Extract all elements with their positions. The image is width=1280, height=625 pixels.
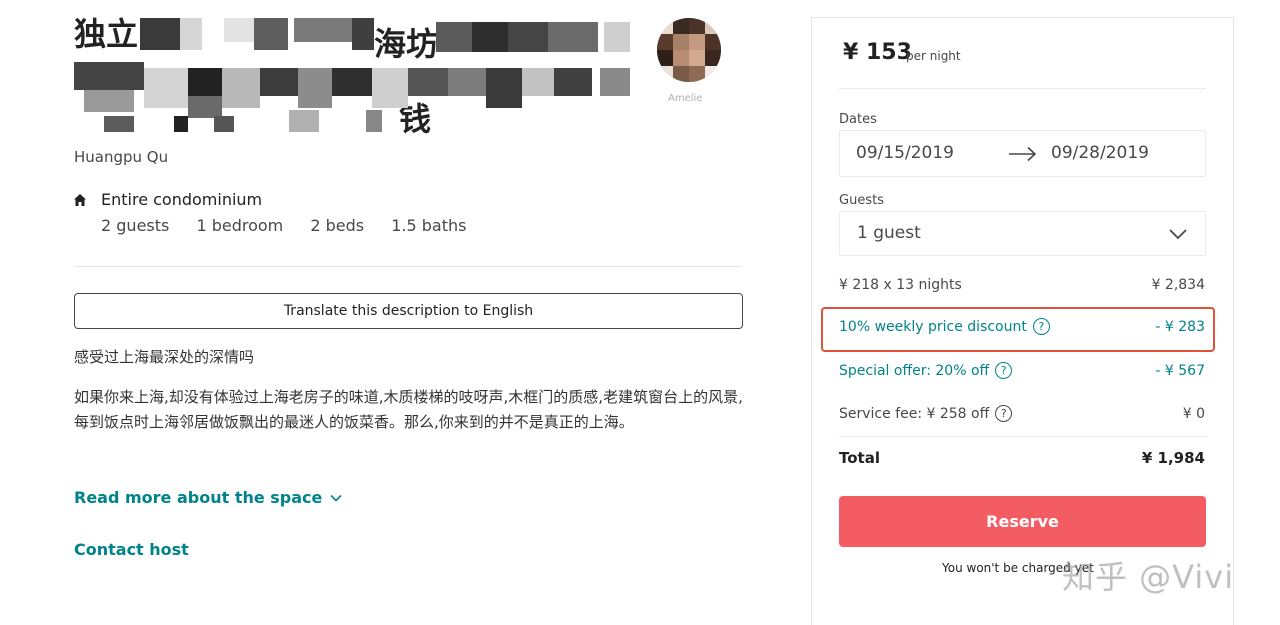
price-unit: per night	[906, 49, 961, 63]
listing-page: 独立 海坊 钱 Amelie Huangpu Qu Entire condomi…	[0, 0, 1280, 625]
translate-button[interactable]: Translate this description to English	[74, 293, 743, 329]
stat-beds: 2 beds	[310, 216, 365, 235]
line-label: Service fee: ¥ 258 off	[839, 405, 990, 422]
question-circle-icon[interactable]: ?	[995, 362, 1013, 379]
listing-location: Huangpu Qu	[74, 148, 169, 166]
card-divider	[839, 88, 1206, 89]
nightly-price: ¥ 153	[843, 40, 912, 65]
check-in-date[interactable]: 09/15/2019	[856, 143, 954, 163]
nightly-total-label: ¥ 218 x 13 nights	[839, 277, 962, 293]
arrow-right-icon	[1009, 146, 1037, 162]
host-name[interactable]: Amelie	[668, 93, 702, 104]
total-label: Total	[839, 449, 880, 467]
contact-host-link[interactable]: Contact host	[74, 540, 189, 559]
total-value: ¥ 1,984	[1141, 449, 1205, 467]
listing-title: 独立 海坊 钱	[74, 10, 634, 135]
card-divider	[839, 436, 1206, 437]
watermark: 知乎 @Vivi	[1062, 558, 1235, 596]
dates-label: Dates	[839, 112, 877, 127]
line-label: Special offer: 20% off	[839, 362, 990, 379]
chevron-down-icon[interactable]	[1168, 227, 1188, 241]
home-icon	[74, 194, 86, 206]
reserve-button[interactable]: Reserve	[839, 496, 1206, 547]
guests-label: Guests	[839, 193, 884, 208]
special-offer-value: - ¥ 567	[1155, 363, 1205, 379]
discount-highlight-outline	[821, 307, 1215, 352]
line-label: ¥ 218 x 13 nights	[839, 277, 962, 293]
title-start: 独立	[74, 15, 139, 53]
property-type: Entire condominium	[101, 190, 263, 209]
special-offer-label: Special offer: 20% off ?	[839, 362, 1013, 379]
stat-guests: 2 guests	[101, 216, 170, 235]
host-avatar[interactable]	[657, 18, 721, 82]
read-more-link[interactable]: Read more about the space	[74, 488, 342, 507]
read-more-label: Read more about the space	[74, 488, 323, 507]
question-circle-icon[interactable]: ?	[995, 405, 1013, 422]
stat-baths: 1.5 baths	[391, 216, 467, 235]
property-stats: 2 guests 1 bedroom 2 beds 1.5 baths	[101, 216, 488, 235]
chevron-down-icon	[330, 494, 342, 502]
stat-bedrooms: 1 bedroom	[196, 216, 284, 235]
section-divider	[74, 266, 742, 267]
description-heading: 感受过上海最深处的深情吗	[74, 348, 255, 366]
description-body: 如果你来上海,却没有体验过上海老房子的味道,木质楼梯的吱呀声,木框门的质感,老建…	[74, 388, 743, 431]
nightly-total-value: ¥ 2,834	[1151, 277, 1205, 293]
title-mid: 海坊	[374, 25, 439, 63]
service-fee-label: Service fee: ¥ 258 off ?	[839, 405, 1013, 422]
guests-value[interactable]: 1 guest	[857, 223, 921, 243]
service-fee-value: ¥ 0	[1182, 406, 1205, 422]
check-out-date[interactable]: 09/28/2019	[1051, 143, 1149, 163]
